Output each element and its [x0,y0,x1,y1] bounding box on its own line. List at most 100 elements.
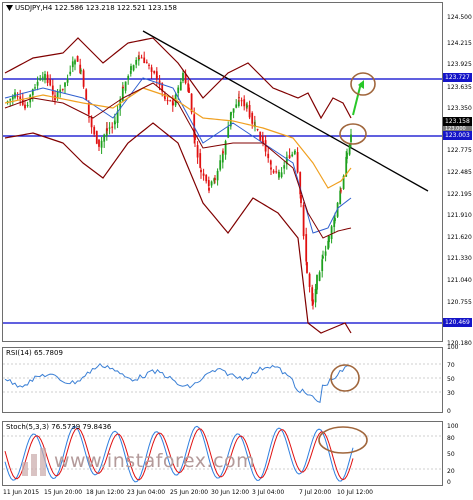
candle-body [124,81,127,91]
price-tick: 122.775 [447,147,472,154]
candle-body [196,145,199,158]
candle-body [85,89,88,101]
instaforex-watermark: www.instaforex.com [20,440,270,484]
candle-body [302,205,305,237]
candle-body [316,275,318,290]
price-tick: 122.195 [447,191,472,198]
candle-body [283,165,286,169]
candle-body [143,57,146,64]
candle-body [330,226,333,240]
price-tick: 124.500 [447,14,472,21]
candle-body [74,60,76,65]
candle-body [44,73,46,80]
candle-body [230,111,232,116]
candle-body [80,70,82,72]
candle-body [251,112,254,124]
forecast-arrow [352,82,362,116]
rsi-tick: 100 [447,344,459,351]
candle-body [296,152,299,173]
candle-body [108,127,111,129]
candle-body [318,272,321,281]
candle-body [177,87,180,94]
upper-level-flag: 123.727 [443,73,472,82]
stochastic-axis: 100 80 50 20 0 [443,421,473,486]
candle-body [87,102,90,115]
candle-body [69,71,72,75]
candle-body [246,105,248,108]
candle-body [26,104,29,107]
candle-body [214,178,216,180]
candle-body [46,74,49,84]
candle-body [300,195,302,204]
candle-body [169,100,172,102]
stoch-tick: 20 [447,468,455,475]
candle-body [232,108,235,113]
lower-level-flag: 120.469 [443,318,472,327]
candle-body [188,87,190,93]
candle-body [210,181,213,186]
candle-body [106,128,108,131]
highlight-circle-breakout [339,123,367,145]
rsi-canvas[interactable] [3,348,443,413]
date-tick: 11 Jun 2015 [3,489,40,496]
price-tick: 121.040 [447,277,472,284]
candle-body [235,104,238,108]
candle-body [9,98,12,101]
candle-body [49,79,52,86]
candle-body [272,170,275,173]
candle-body [111,126,114,128]
candle-body [166,99,169,102]
price-axis: 124.500 124.215 123.925 123.635 123.350 … [443,2,473,347]
price-chart-canvas[interactable] [3,3,443,342]
candle-body [71,61,74,68]
candle-body [346,152,348,159]
rsi-panel[interactable]: RSI(14) 65.7809 [2,347,443,413]
date-tick: 3 Jul 04:00 [252,489,285,496]
candle-body [164,97,166,99]
candle-body [208,187,210,191]
candle-body [24,104,26,109]
candle-body [114,122,116,125]
price-tick: 123.350 [447,105,472,112]
candle-body [340,190,342,192]
candle-body [150,67,153,72]
candle-body [64,82,66,87]
candle-body [328,235,330,243]
candle-body [39,78,42,81]
date-tick: 30 Jun 12:00 [211,489,250,496]
rsi-tick: 70 [447,362,455,369]
candle-body [36,81,39,86]
candle-body [280,172,283,177]
bollinger-lower-band [4,122,352,334]
candle-body [135,60,138,65]
price-tick: 123.635 [447,84,472,91]
candle-body [127,75,130,80]
candle-body [216,170,219,181]
candle-body [122,87,124,89]
stoch-tick: 0 [447,479,451,486]
candle-body [100,140,103,148]
candle-body [243,99,246,107]
candle-body [16,96,19,98]
candle-body [95,131,98,144]
date-axis: 11 Jun 2015 15 Jun 20:00 18 Jun 12:00 23… [2,487,443,499]
candle-body [41,76,44,78]
candle-body [224,141,227,155]
candle-body [172,102,174,106]
watermark-text: www.instaforex.com [54,450,256,472]
candle-body [221,153,224,163]
price-chart-panel[interactable]: USDJPY,H4 122.586 123.218 122.521 123.15… [2,2,443,342]
date-tick: 7 Jul 20:00 [299,489,332,496]
current-price-flag: 123.158 [443,117,472,126]
candle-body [294,151,296,153]
candle-body [322,256,324,259]
price-tick: 122.485 [447,169,472,176]
candle-body [275,171,278,173]
price-tick: 121.620 [447,234,472,241]
candle-body [182,72,184,81]
candle-body [348,144,351,155]
price-tick: 123.925 [447,61,472,68]
candle-body [145,61,148,63]
date-tick: 18 Jun 12:00 [86,489,125,496]
candle-body [308,273,311,287]
